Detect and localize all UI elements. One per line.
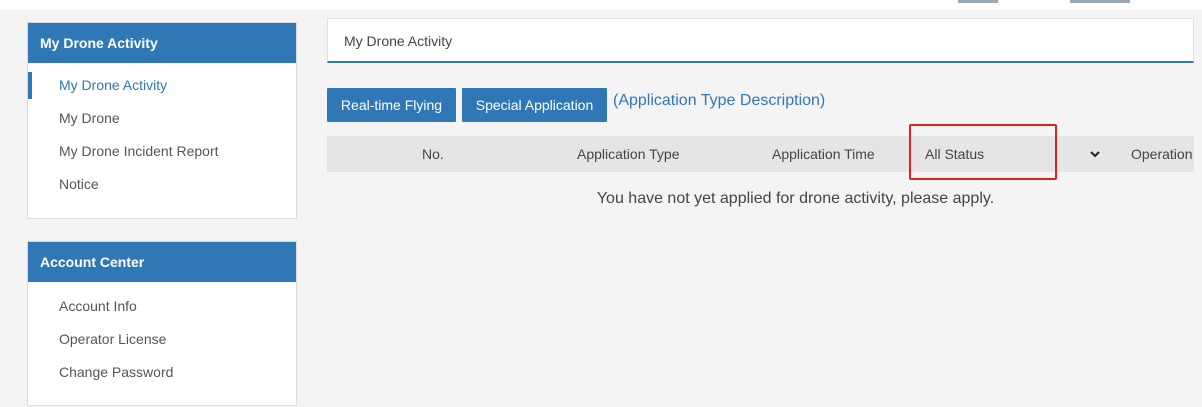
application-type-description-link[interactable]: (Application Type Description) [613, 92, 825, 110]
column-header-application-time: Application Time [772, 146, 875, 162]
empty-state-message: You have not yet applied for drone activ… [596, 190, 995, 207]
account-center-panel-title: Account Center [28, 242, 296, 282]
sidebar-item-label: Account Info [59, 298, 137, 314]
top-strip [0, 0, 1202, 10]
main-content: My Drone Activity Real-time Flying Speci… [327, 18, 1196, 407]
sidebar-item-incident-report[interactable]: My Drone Incident Report [28, 135, 296, 168]
sidebar-item-notice[interactable]: Notice [28, 168, 296, 201]
sidebar-item-my-drone-activity[interactable]: My Drone Activity [28, 69, 296, 102]
column-header-no: No. [422, 146, 444, 162]
sidebar-item-account-info[interactable]: Account Info [28, 290, 296, 323]
chevron-down-icon [1090, 151, 1100, 158]
breadcrumb: My Drone Activity [327, 18, 1194, 63]
column-header-application-type: Application Type [577, 146, 680, 162]
sidebar-item-label: My Drone Incident Report [59, 143, 219, 159]
sidebar-item-label: My Drone Activity [59, 77, 168, 93]
status-filter-select[interactable]: All Status [915, 136, 1115, 172]
special-application-button[interactable]: Special Application [462, 88, 607, 122]
sidebar-item-label: Notice [59, 176, 99, 192]
sidebar-item-change-password[interactable]: Change Password [28, 356, 296, 389]
sidebar-item-label: My Drone [59, 110, 120, 126]
top-strip-fragment [958, 0, 998, 3]
drone-activity-panel: My Drone Activity My Drone Activity My D… [27, 22, 297, 219]
account-center-panel: Account Center Account Info Operator Lic… [27, 241, 297, 406]
sidebar-item-label: Change Password [59, 364, 174, 380]
drone-activity-menu: My Drone Activity My Drone My Drone Inci… [28, 63, 296, 201]
status-filter-value: All Status [925, 146, 985, 162]
sidebar-item-label: Operator License [59, 331, 167, 347]
real-time-flying-button[interactable]: Real-time Flying [327, 88, 456, 122]
drone-activity-panel-title: My Drone Activity [28, 23, 296, 63]
account-center-menu: Account Info Operator License Change Pas… [28, 282, 296, 389]
table-header: No. Application Type Application Time Al… [327, 136, 1194, 172]
sidebar-item-my-drone[interactable]: My Drone [28, 102, 296, 135]
active-indicator [28, 72, 32, 99]
column-header-operation: Operation [1131, 146, 1193, 162]
sidebar-item-operator-license[interactable]: Operator License [28, 323, 296, 356]
top-strip-fragment [1070, 0, 1130, 3]
